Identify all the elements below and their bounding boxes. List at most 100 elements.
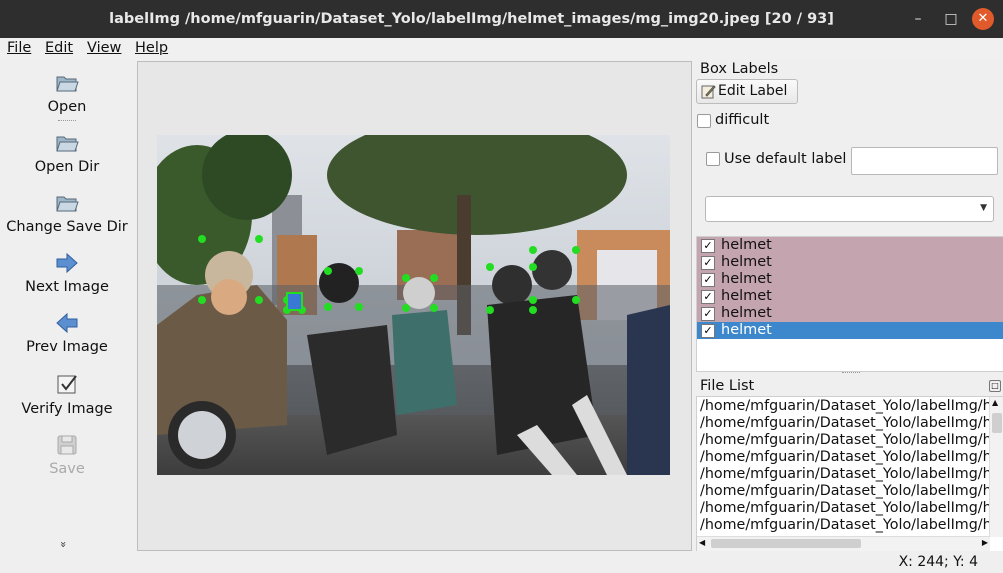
difficult-label: difficult bbox=[715, 112, 770, 128]
label-visibility-checkbox[interactable]: ✓ bbox=[701, 239, 715, 253]
menu-file[interactable]: File bbox=[7, 40, 31, 56]
label-text: helmet bbox=[721, 254, 772, 270]
scroll-up-icon[interactable]: ▲ bbox=[992, 398, 998, 407]
menu-view[interactable]: View bbox=[87, 40, 121, 56]
vertex-handle-14[interactable] bbox=[402, 304, 410, 312]
prev-image-label: Prev Image bbox=[26, 339, 108, 355]
open-button[interactable]: Open bbox=[0, 70, 134, 115]
label-combo-box[interactable]: ▼ bbox=[705, 196, 994, 222]
open-label: Open bbox=[47, 99, 87, 115]
vertex-handle-20[interactable] bbox=[529, 246, 537, 254]
file-list-item[interactable]: /home/mfguarin/Dataset_Yolo/labelImg/h bbox=[700, 500, 992, 517]
vertex-handle-12[interactable] bbox=[402, 274, 410, 282]
toolbar-grip[interactable] bbox=[58, 120, 76, 121]
vertex-handles[interactable] bbox=[198, 235, 580, 314]
label-list-item[interactable]: ✓ helmet bbox=[697, 271, 1003, 288]
menu-bar: File Edit View Help bbox=[0, 38, 1003, 60]
file-list-horizontal-scrollbar[interactable]: ◀ ▶ bbox=[697, 536, 990, 551]
file-list-item[interactable]: /home/mfguarin/Dataset_Yolo/labelImg/h bbox=[700, 415, 992, 432]
file-list-item[interactable]: /home/mfguarin/Dataset_Yolo/labelImg/h bbox=[700, 398, 992, 415]
label-list-item[interactable]: ✓ helmet bbox=[697, 254, 1003, 271]
edit-icon bbox=[701, 85, 716, 99]
label-list[interactable]: ✓ helmet ✓ helmet ✓ helmet ✓ helmet ✓ he… bbox=[696, 236, 1003, 372]
vertex-handle-21[interactable] bbox=[572, 246, 580, 254]
label-visibility-checkbox[interactable]: ✓ bbox=[701, 256, 715, 270]
save-button[interactable]: Save bbox=[0, 432, 134, 477]
change-save-dir-label: Change Save Dir bbox=[6, 219, 128, 235]
vertical-scroll-thumb[interactable] bbox=[992, 413, 1002, 433]
minimize-icon[interactable]: – bbox=[907, 8, 929, 30]
file-list-item[interactable]: /home/mfguarin/Dataset_Yolo/labelImg/h bbox=[700, 517, 992, 534]
difficult-checkbox[interactable] bbox=[697, 114, 711, 128]
vertex-handle-10[interactable] bbox=[324, 303, 332, 311]
open-dir-label: Open Dir bbox=[34, 159, 100, 175]
scroll-right-icon[interactable]: ▶ bbox=[982, 538, 988, 547]
vertex-handle-4[interactable] bbox=[255, 296, 263, 304]
folder-icon bbox=[56, 136, 79, 152]
vertex-handle-3[interactable] bbox=[198, 296, 206, 304]
change-save-dir-button[interactable]: Change Save Dir bbox=[0, 190, 134, 235]
label-visibility-checkbox[interactable]: ✓ bbox=[701, 324, 715, 338]
vertex-handle-2[interactable] bbox=[255, 235, 263, 243]
vertex-handle-23[interactable] bbox=[572, 296, 580, 304]
verify-image-button[interactable]: Verify Image bbox=[0, 372, 134, 417]
vertex-handle-19[interactable] bbox=[529, 306, 537, 314]
default-label-input[interactable] bbox=[851, 147, 998, 175]
vertex-handle-17[interactable] bbox=[529, 263, 537, 271]
label-text: helmet bbox=[721, 305, 772, 321]
label-text: helmet bbox=[721, 237, 772, 253]
prev-image-button[interactable]: Prev Image bbox=[0, 310, 134, 355]
next-image-button[interactable]: Next Image bbox=[0, 250, 134, 295]
dock-splitter[interactable] bbox=[842, 372, 860, 373]
horizontal-scroll-thumb[interactable] bbox=[711, 539, 861, 548]
vertex-handle-22[interactable] bbox=[529, 296, 537, 304]
vertex-handle-16[interactable] bbox=[486, 263, 494, 271]
next-image-label: Next Image bbox=[25, 279, 109, 295]
annotation-overlay[interactable] bbox=[157, 135, 670, 475]
close-icon[interactable]: ✕ bbox=[972, 8, 994, 30]
vertex-handle-9[interactable] bbox=[355, 267, 363, 275]
label-list-item-selected[interactable]: ✓ helmet bbox=[697, 322, 1003, 339]
cursor-coordinates: X: 244; Y: 4 bbox=[898, 554, 978, 570]
menu-help[interactable]: Help bbox=[135, 40, 168, 56]
label-text: helmet bbox=[721, 322, 772, 338]
vertex-handle-18[interactable] bbox=[486, 306, 494, 314]
label-visibility-checkbox[interactable]: ✓ bbox=[701, 273, 715, 287]
chevron-down-icon: ▼ bbox=[980, 203, 987, 213]
file-list[interactable]: /home/mfguarin/Dataset_Yolo/labelImg/h /… bbox=[696, 396, 1003, 552]
checkbox-icon bbox=[57, 375, 77, 394]
file-list-vertical-scrollbar[interactable]: ▲ bbox=[989, 397, 1003, 537]
selected-vertex-handle[interactable] bbox=[286, 292, 303, 311]
label-list-item[interactable]: ✓ helmet bbox=[697, 288, 1003, 305]
label-list-item[interactable]: ✓ helmet bbox=[697, 237, 1003, 254]
toolbar-more-icon[interactable]: » bbox=[57, 541, 70, 548]
file-list-item[interactable]: /home/mfguarin/Dataset_Yolo/labelImg/h bbox=[700, 449, 992, 466]
label-text: helmet bbox=[721, 271, 772, 287]
arrow-right-icon bbox=[56, 252, 78, 274]
edit-label-text: Edit Label bbox=[718, 83, 788, 99]
floppy-icon bbox=[57, 435, 77, 455]
box-labels-title: Box Labels bbox=[700, 61, 779, 77]
edit-label-button[interactable]: Edit Label bbox=[696, 79, 798, 104]
vertex-handle-11[interactable] bbox=[355, 303, 363, 311]
file-list-item[interactable]: /home/mfguarin/Dataset_Yolo/labelImg/h bbox=[700, 432, 992, 449]
vertex-handle-13[interactable] bbox=[430, 274, 438, 282]
maximize-icon[interactable]: □ bbox=[940, 8, 962, 30]
label-visibility-checkbox[interactable]: ✓ bbox=[701, 307, 715, 321]
vertex-handle-8[interactable] bbox=[324, 267, 332, 275]
verify-image-label: Verify Image bbox=[21, 401, 113, 417]
file-list-item[interactable]: /home/mfguarin/Dataset_Yolo/labelImg/h bbox=[700, 466, 992, 483]
label-visibility-checkbox[interactable]: ✓ bbox=[701, 290, 715, 304]
file-list-item[interactable]: /home/mfguarin/Dataset_Yolo/labelImg/h bbox=[700, 483, 992, 500]
vertex-handle-1[interactable] bbox=[198, 235, 206, 243]
open-dir-button[interactable]: Open Dir bbox=[0, 130, 134, 175]
use-default-label-text: Use default label bbox=[724, 151, 847, 167]
vertex-handle-15[interactable] bbox=[430, 304, 438, 312]
dock-float-icon[interactable]: □ bbox=[989, 380, 1001, 392]
label-list-item[interactable]: ✓ helmet bbox=[697, 305, 1003, 322]
window-title: labelImg /home/mfguarin/Dataset_Yolo/lab… bbox=[109, 11, 834, 27]
scroll-left-icon[interactable]: ◀ bbox=[699, 538, 705, 547]
menu-edit[interactable]: Edit bbox=[45, 40, 73, 56]
folder-icon bbox=[56, 196, 79, 212]
use-default-label-checkbox[interactable] bbox=[706, 152, 720, 166]
